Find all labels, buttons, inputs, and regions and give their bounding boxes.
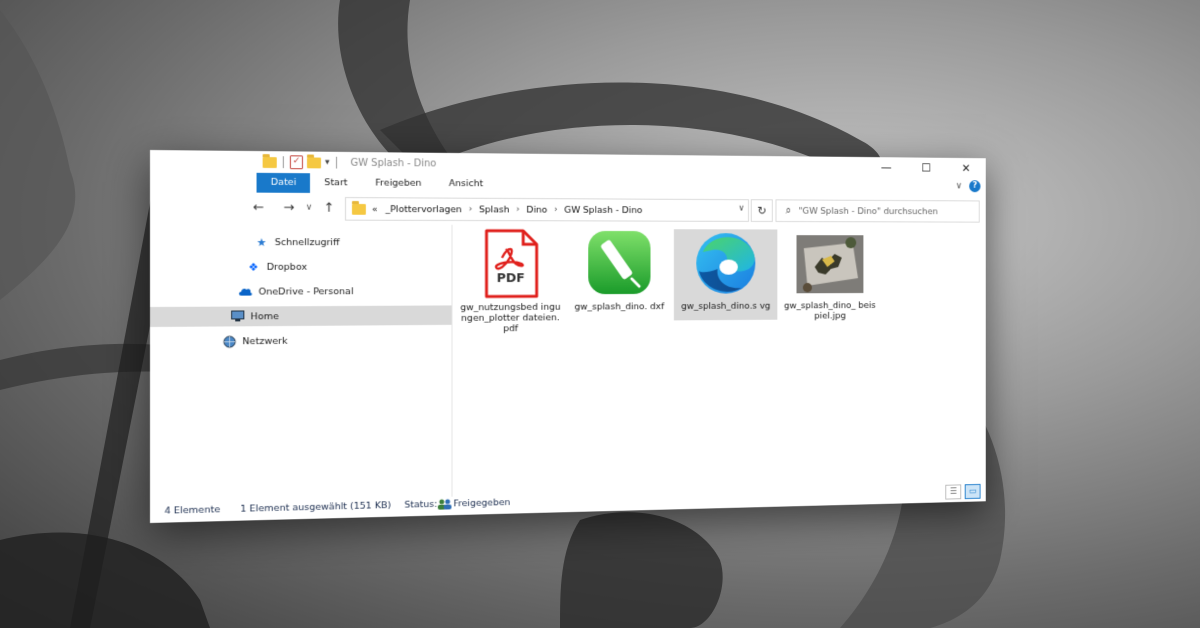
- item-count: 4 Elemente: [164, 504, 221, 517]
- sidebar-item-label: Dropbox: [266, 261, 308, 273]
- view-switcher: ☰ ▭: [945, 483, 981, 500]
- file-name: gw_nutzungsbed ingungen_plotter dateien.…: [460, 301, 561, 335]
- monitor-icon: [230, 309, 244, 323]
- breadcrumb-overflow[interactable]: «: [372, 204, 378, 215]
- file-item-svg[interactable]: gw_splash_dino.s vg: [673, 229, 778, 321]
- shared-users-icon: [437, 499, 452, 513]
- sidebar-item-label: OneDrive - Personal: [258, 285, 354, 298]
- maximize-button[interactable]: ☐: [906, 157, 946, 178]
- folder-icon: [351, 203, 366, 215]
- star-icon: ★: [256, 235, 267, 249]
- sidebar-item-label: Home: [250, 310, 279, 322]
- network-icon: [222, 334, 236, 348]
- navigation-pane: ★ Schnellzugriff ❖ Dropbox OneDrive - Pe…: [150, 228, 452, 488]
- dropbox-icon: ❖: [248, 260, 259, 274]
- breadcrumb-separator[interactable]: ›: [554, 205, 557, 215]
- toolbar-separator: [335, 156, 337, 169]
- sidebar-item-label: Netzwerk: [242, 335, 288, 347]
- quick-access-toolbar: ✓ ▾ GW Splash - Dino: [262, 155, 437, 170]
- address-dropdown-icon[interactable]: ∨: [738, 204, 744, 213]
- recent-locations-button[interactable]: ∨: [303, 203, 315, 213]
- large-icons-view-icon[interactable]: ▭: [964, 483, 981, 500]
- breadcrumb-separator[interactable]: ›: [516, 205, 519, 215]
- tab-start[interactable]: Start: [310, 173, 361, 193]
- breadcrumb-item[interactable]: GW Splash - Dino: [564, 204, 642, 215]
- toolbar-separator: [282, 156, 284, 169]
- expand-ribbon-icon[interactable]: ∨: [956, 181, 962, 191]
- address-bar[interactable]: « _Plottervorlagen › Splash › Dino › GW …: [344, 197, 749, 222]
- cloud-icon: [238, 285, 252, 299]
- dxf-app-icon: [583, 229, 657, 298]
- refresh-button[interactable]: ↻: [750, 199, 773, 222]
- file-name: gw_splash_dino.s vg: [681, 300, 771, 312]
- details-view-icon[interactable]: ☰: [945, 484, 962, 500]
- properties-icon[interactable]: ✓: [289, 155, 303, 170]
- window-controls: — ☐ ✕: [866, 157, 986, 178]
- forward-button[interactable]: →: [279, 200, 299, 215]
- help-icon[interactable]: ?: [969, 180, 981, 193]
- selection-info: 1 Element ausgewählt (151 KB): [240, 500, 392, 515]
- tab-freigeben[interactable]: Freigeben: [361, 174, 435, 194]
- back-button[interactable]: ←: [248, 200, 268, 215]
- breadcrumb-separator[interactable]: ›: [469, 205, 473, 215]
- file-list: PDF gw_nutzungsbed ingungen_plotter date…: [456, 225, 985, 497]
- sidebar-item-home[interactable]: Home: [150, 305, 452, 327]
- pdf-label: PDF: [496, 271, 525, 286]
- search-placeholder: "GW Splash - Dino" durchsuchen: [798, 205, 938, 217]
- tab-datei[interactable]: Datei: [256, 172, 311, 193]
- window-title: GW Splash - Dino: [350, 157, 437, 169]
- image-thumbnail: [795, 230, 866, 298]
- sidebar-item-label: Schnellzugriff: [274, 236, 340, 248]
- navigation-bar: ← → ∨ ↑ « _Plottervorlagen › Splash › Di…: [150, 192, 986, 224]
- breadcrumb-item[interactable]: _Plottervorlagen: [386, 204, 462, 215]
- tab-ansicht[interactable]: Ansicht: [435, 174, 496, 194]
- file-item-pdf[interactable]: PDF gw_nutzungsbed ingungen_plotter date…: [456, 229, 564, 334]
- minimize-button[interactable]: —: [866, 157, 906, 178]
- breadcrumb-item[interactable]: Splash: [479, 204, 509, 215]
- status-label: Status:: [404, 499, 438, 511]
- breadcrumb-item[interactable]: Dino: [526, 204, 547, 215]
- new-folder-icon[interactable]: [306, 156, 322, 168]
- search-icon: ⌕: [785, 204, 792, 217]
- file-explorer-window: ✓ ▾ GW Splash - Dino — ☐ ✕ Datei Start F…: [150, 150, 986, 523]
- search-box[interactable]: ⌕ "GW Splash - Dino" durchsuchen: [775, 199, 980, 223]
- up-button[interactable]: ↑: [319, 200, 339, 215]
- file-name: gw_splash_dino. dxf: [574, 301, 665, 313]
- close-button[interactable]: ✕: [946, 158, 986, 179]
- customize-toolbar-icon[interactable]: ▾: [325, 158, 330, 168]
- status-value: Freigegeben: [453, 497, 511, 510]
- folder-icon[interactable]: [262, 156, 277, 168]
- file-name: gw_splash_dino_ beispiel.jpg: [783, 300, 876, 322]
- file-item-dxf[interactable]: gw_splash_dino. dxf: [566, 229, 672, 321]
- edge-browser-icon: [690, 229, 762, 297]
- pane-divider[interactable]: [451, 224, 453, 497]
- pdf-icon: PDF: [473, 229, 548, 299]
- file-item-jpg[interactable]: gw_splash_dino_ beispiel.jpg: [779, 229, 880, 322]
